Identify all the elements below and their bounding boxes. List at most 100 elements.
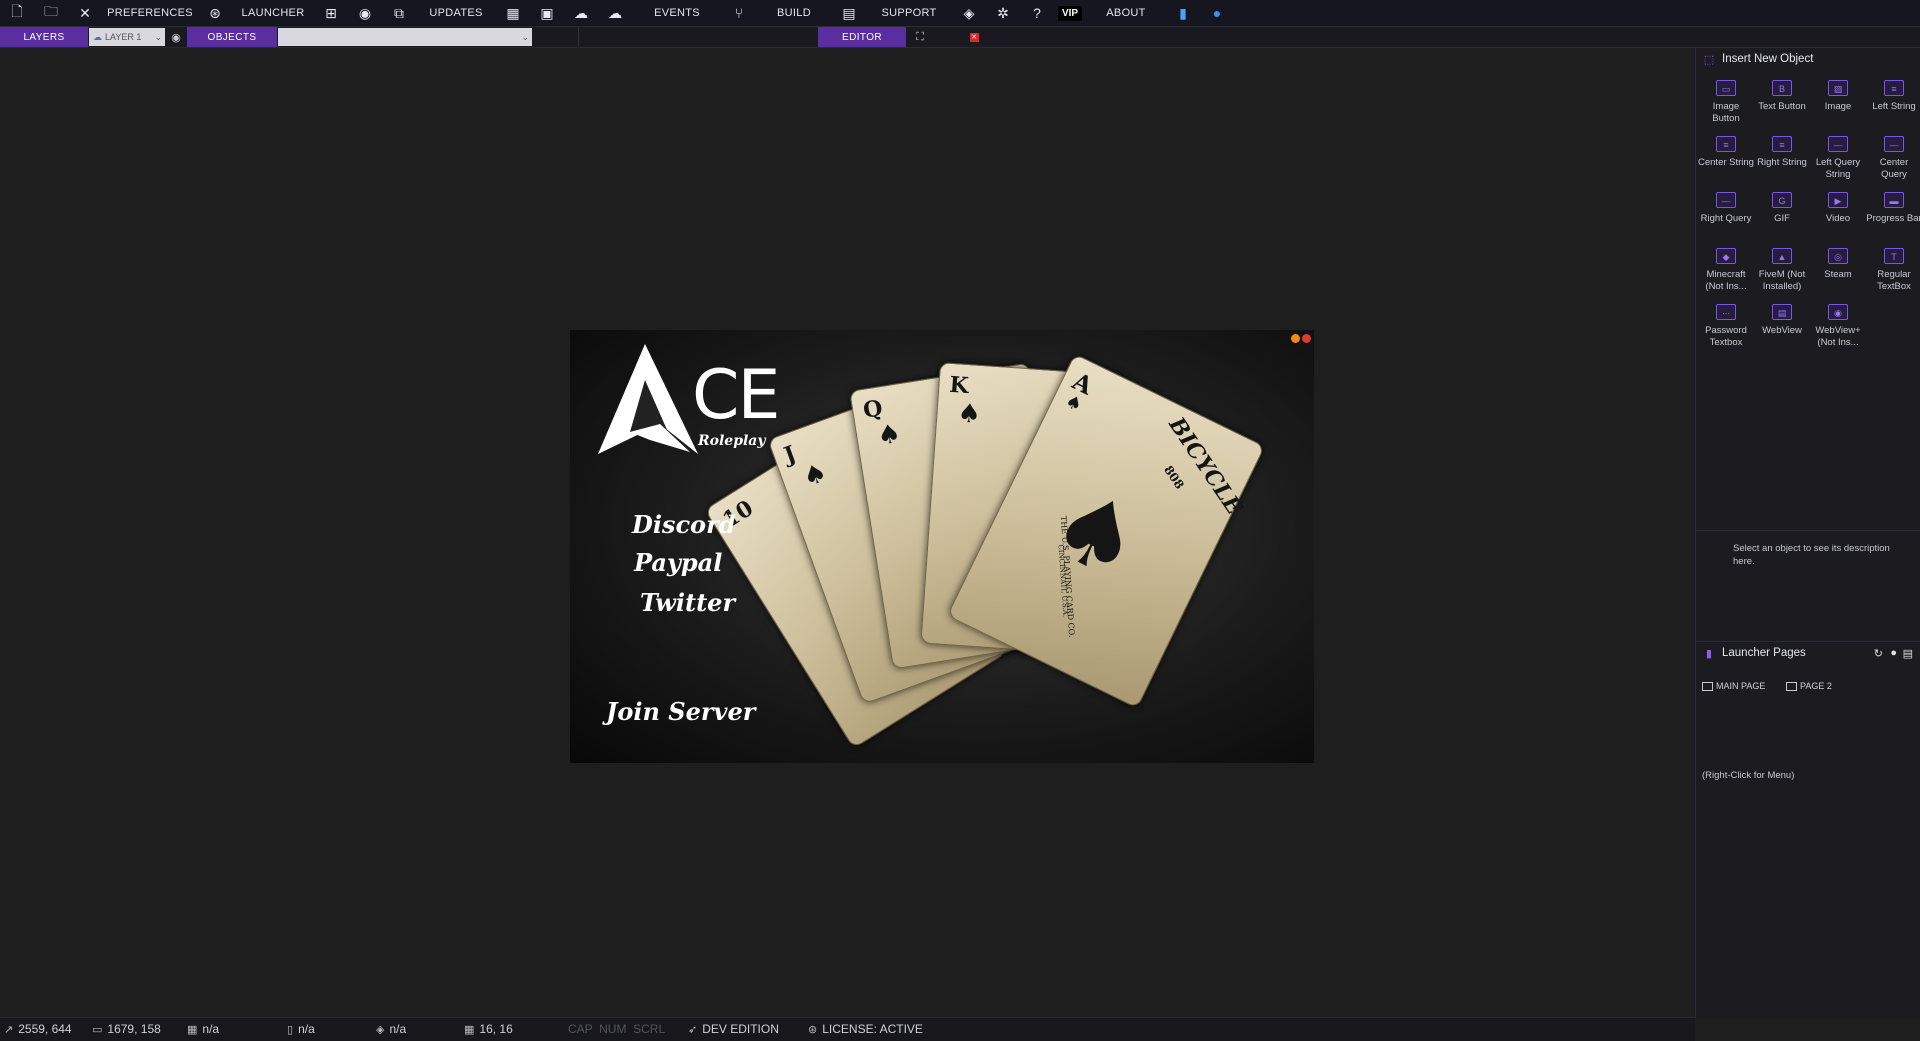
insert-object-webview[interactable]: ▤ WebView — [1754, 302, 1810, 358]
help-icon[interactable]: ? — [1020, 0, 1054, 26]
insert-object-left-query[interactable]: — Left Query String — [1810, 134, 1866, 190]
page-list-icon[interactable]: ▤ — [1903, 647, 1913, 660]
insert-object-video[interactable]: ▶ Video — [1810, 190, 1866, 246]
insert-object-steam[interactable]: ◎ Steam — [1810, 246, 1866, 302]
right-query-icon: — — [1716, 192, 1736, 208]
insert-object-label: Left Query String — [1815, 157, 1861, 180]
refresh-icon[interactable]: ↻ — [1874, 647, 1883, 660]
insert-object-left-string[interactable]: ≡ Left String — [1866, 78, 1920, 134]
open-folder-icon[interactable]: 🗀 — [34, 0, 68, 26]
bug-icon[interactable]: ✲ — [986, 0, 1020, 26]
object-info-3: ◈ n/a — [376, 1022, 406, 1036]
add-page-icon[interactable]: ● — [1890, 647, 1897, 659]
insert-object-label: Image Button — [1712, 101, 1740, 124]
paypal-link[interactable]: Paypal — [634, 548, 722, 577]
page-tab-main[interactable]: MAIN PAGE — [1702, 681, 1765, 691]
license-indicator: ⊛ LICENSE: ACTIVE — [808, 1022, 923, 1036]
insert-object-center-string[interactable]: ≡ Center String — [1698, 134, 1754, 190]
layer-select-value: LAYER 1 — [105, 32, 142, 42]
insert-object-center-query[interactable]: — Center Query — [1866, 134, 1920, 190]
insert-object-password-textbox[interactable]: ∙∙∙ Password Textbox — [1698, 302, 1754, 358]
close-editor-icon[interactable]: ✕ — [966, 27, 982, 47]
launcher-preview[interactable]: CE Roleplay 10 ♠ J ♠ Q ♠ K ♠ A ♠ BICYCLE… — [570, 330, 1314, 763]
insert-object-fivem[interactable]: ▲ FiveM (Not Installed) — [1754, 246, 1810, 302]
branch-icon[interactable]: ⑂ — [722, 0, 756, 26]
insert-object-right-query[interactable]: — Right Query — [1698, 190, 1754, 246]
discord-icon[interactable]: ◈ — [952, 0, 986, 26]
close-dot-icon[interactable] — [1302, 334, 1311, 343]
editor-tab[interactable]: EDITOR — [818, 27, 906, 47]
insert-object-label: Password Textbox — [1705, 325, 1747, 348]
insert-object-minecraft[interactable]: ◆ Minecraft (Not Ins... — [1698, 246, 1754, 302]
menu-about[interactable]: ABOUT — [1086, 0, 1166, 26]
page-icon — [1702, 681, 1713, 691]
insert-object-textbox[interactable]: T Regular TextBox — [1866, 246, 1920, 302]
record-icon[interactable]: ◉ — [348, 0, 382, 26]
insert-object-label: Left String — [1872, 101, 1916, 112]
object-info-value: n/a — [298, 1022, 315, 1036]
insert-object-webview-plus[interactable]: ◉ WebView+ (Not Ins... — [1810, 302, 1866, 358]
insert-object-label: FiveM (Not Installed) — [1758, 269, 1806, 292]
fivem-icon: ▲ — [1772, 248, 1792, 264]
text-button-icon: B — [1772, 80, 1792, 96]
user-circle-icon[interactable]: ● — [1200, 0, 1234, 26]
discord-link[interactable]: Discord — [632, 510, 736, 539]
menu-support[interactable]: SUPPORT — [866, 0, 952, 26]
document-icon: ▯ — [287, 1023, 294, 1036]
vip-label: VIP — [1057, 5, 1083, 21]
fit-screen-icon[interactable]: ⛶ — [912, 27, 928, 47]
layer-select[interactable]: ☁ LAYER 1 ⌄ — [89, 28, 165, 46]
left-string-icon: ≡ — [1884, 80, 1904, 96]
pages-icon: ▮ — [1705, 647, 1713, 660]
insert-object-gif[interactable]: G GIF — [1754, 190, 1810, 246]
cursor-icon: ↗ — [4, 1023, 14, 1036]
insert-object-right-string[interactable]: ≡ Right String — [1754, 134, 1810, 190]
logo-text: CE — [692, 356, 780, 435]
new-file-icon[interactable]: 🗋 — [0, 0, 34, 26]
cloud-upload-icon[interactable]: ☁ — [564, 0, 598, 26]
globe-settings-icon[interactable]: ⊛ — [198, 0, 232, 26]
layers-tab[interactable]: LAYERS — [0, 27, 88, 47]
rocket-icon: ➶ — [688, 1023, 698, 1036]
insert-object-text-button[interactable]: B Text Button — [1754, 78, 1810, 134]
insert-object-progress-bar[interactable]: ▬ Progress Bar — [1866, 190, 1920, 246]
progress-bar-icon: ▬ — [1884, 192, 1904, 208]
join-server-button[interactable]: Join Server — [606, 697, 755, 726]
menu-events[interactable]: EVENTS — [632, 0, 722, 26]
book-icon[interactable]: ▮ — [1166, 0, 1200, 26]
objects-select[interactable]: ⌄ — [278, 28, 532, 46]
objects-tab[interactable]: OBJECTS — [187, 27, 277, 47]
close-x-icon[interactable]: ✕ — [68, 0, 102, 26]
menu-launcher[interactable]: LAUNCHER — [232, 0, 314, 26]
menu-preferences[interactable]: PREFERENCES — [102, 0, 198, 26]
insert-object-image-button[interactable]: ▭ Image Button — [1698, 78, 1754, 134]
insert-object-image[interactable]: ▨ Image — [1810, 78, 1866, 134]
eye-icon[interactable]: ◉ — [168, 27, 184, 47]
hierarchy-icon[interactable]: ⊞ — [314, 0, 348, 26]
textbox-icon: T — [1884, 248, 1904, 264]
package-icon[interactable]: ▤ — [832, 0, 866, 26]
archive-icon[interactable]: ▣ — [530, 0, 564, 26]
object-icon: ▦ — [187, 1023, 198, 1036]
right-panel: ⬚ Insert New Object ▭ Image Button B Text B… — [1695, 48, 1920, 1018]
menu-updates[interactable]: UPDATES — [416, 0, 496, 26]
card-brand: BICYCLE — [1163, 412, 1248, 520]
cloud-icon[interactable]: ☁ — [598, 0, 632, 26]
preview-window-icon[interactable]: ⧉ — [382, 0, 416, 26]
launcher-pages-title: Launcher Pages — [1722, 647, 1806, 659]
center-string-icon: ≡ — [1716, 136, 1736, 152]
size-icon: ▭ — [92, 1023, 103, 1036]
insert-object-label: WebView — [1762, 325, 1802, 336]
gif-icon: G — [1772, 192, 1792, 208]
password-textbox-icon: ∙∙∙ — [1716, 304, 1736, 320]
insert-object-label: Progress Bar — [1866, 213, 1920, 224]
menu-build[interactable]: BUILD — [756, 0, 832, 26]
minimize-dot-icon[interactable] — [1291, 334, 1300, 343]
page-tab-label: PAGE 2 — [1800, 681, 1832, 691]
grid-icon[interactable]: ▦ — [496, 0, 530, 26]
vip-badge[interactable]: VIP — [1054, 0, 1086, 26]
insert-object-label: Text Button — [1758, 101, 1806, 112]
steam-icon: ◎ — [1828, 248, 1848, 264]
twitter-link[interactable]: Twitter — [640, 588, 735, 617]
page-tab-page2[interactable]: PAGE 2 — [1786, 681, 1832, 691]
